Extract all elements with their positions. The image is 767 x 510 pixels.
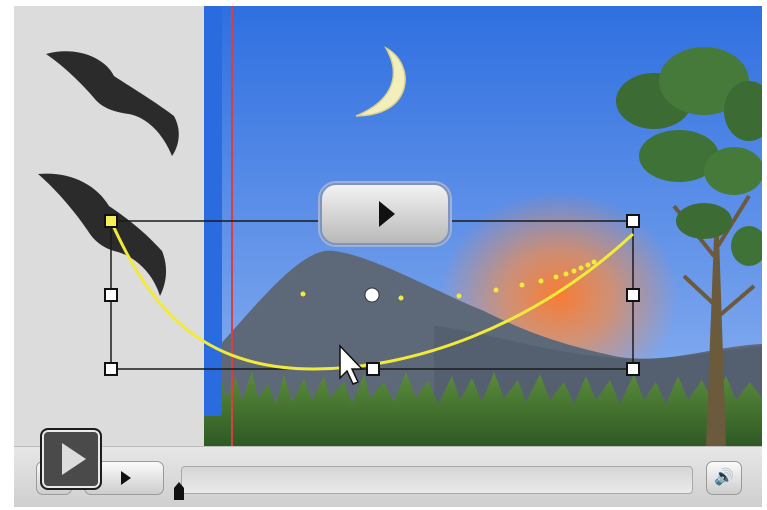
transform-center-point xyxy=(364,287,380,303)
handle-mid-right xyxy=(626,288,640,302)
play-icon xyxy=(379,201,395,227)
overlay-play-button[interactable] xyxy=(320,183,450,245)
play-icon xyxy=(62,443,86,475)
handle-mid-left xyxy=(104,288,118,302)
handle-top-right xyxy=(626,214,640,228)
handle-bottom-left xyxy=(104,362,118,376)
big-play-button[interactable] xyxy=(40,428,102,490)
handle-bottom-mid xyxy=(366,362,380,376)
sky-edge xyxy=(204,6,222,416)
volume-button[interactable]: 🔊 xyxy=(706,461,742,495)
speaker-icon: 🔊 xyxy=(714,469,734,486)
playhead-icon[interactable] xyxy=(172,482,186,500)
handle-bottom-right xyxy=(626,362,640,376)
play-icon xyxy=(120,471,131,485)
handle-top-left xyxy=(104,214,118,228)
timeline-track[interactable] xyxy=(181,466,693,494)
